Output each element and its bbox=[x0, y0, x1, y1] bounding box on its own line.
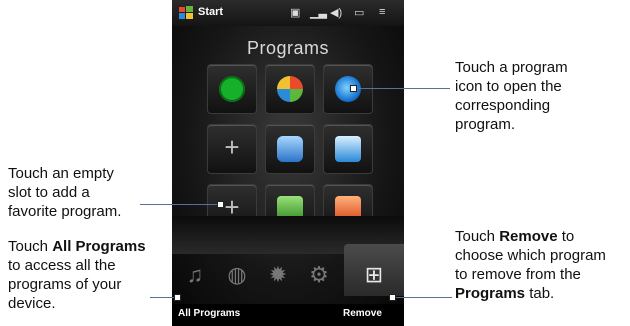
callout-bold-text: All Programs bbox=[52, 238, 146, 255]
leader-dot bbox=[389, 294, 396, 301]
page-title: Programs bbox=[246, 38, 330, 58]
callout-bold-text: Remove bbox=[499, 228, 558, 245]
windows-flag-icon[interactable] bbox=[178, 5, 194, 21]
callout-text: Touch bbox=[455, 228, 500, 245]
music-icon[interactable]: ♫ bbox=[182, 262, 208, 288]
callout-text: tab. bbox=[525, 285, 555, 302]
callout-line: Touch All Programs bbox=[8, 237, 173, 256]
callout-line: slot to add a bbox=[8, 184, 90, 201]
media-player-icon bbox=[335, 76, 361, 102]
status-bar: Start ▣ ▁▃ ◀) ▭ ≡ bbox=[172, 0, 404, 26]
leader-line-remove bbox=[392, 297, 452, 298]
callout-line: programs of your bbox=[8, 276, 122, 293]
leader-line-empty-slot bbox=[140, 204, 220, 205]
leader-dot bbox=[217, 201, 224, 208]
sync-icon bbox=[219, 76, 245, 102]
callout-text: Touch bbox=[8, 238, 53, 255]
battery-icon: ▭ bbox=[354, 7, 365, 19]
internet-icon[interactable]: ◍ bbox=[224, 262, 250, 288]
soft-key-bar: All Programs Remove bbox=[172, 304, 404, 326]
internet-explorer-tile[interactable] bbox=[265, 64, 315, 114]
callout-line: Touch a program bbox=[455, 59, 568, 76]
empty-slot-tile[interactable]: + bbox=[207, 124, 257, 174]
settings-icon[interactable]: ⚙ bbox=[306, 262, 332, 288]
callout-empty-slot: Touch an empty slot to add a favorite pr… bbox=[8, 164, 173, 221]
all-programs-softkey[interactable]: All Programs bbox=[178, 308, 240, 319]
callout-line: icon to open the bbox=[455, 78, 562, 95]
add-slot-plus: + bbox=[224, 132, 240, 162]
home-programs-tab: Programs + + ♫ ◍ ✹ ⚙ ⊞ bbox=[172, 26, 404, 304]
menu-icon[interactable]: ≡ bbox=[379, 6, 385, 18]
callout-line: Programs tab. bbox=[455, 284, 630, 303]
callout-line: to remove from the bbox=[455, 266, 581, 283]
callout-line: Touch an empty bbox=[8, 165, 114, 182]
user-icon bbox=[335, 136, 361, 162]
callout-bold-text: Programs bbox=[455, 285, 526, 302]
callout-line: device. bbox=[8, 295, 56, 312]
media-player-tile[interactable] bbox=[323, 64, 373, 114]
weather-icon[interactable]: ✹ bbox=[265, 262, 291, 288]
leader-line-all-programs bbox=[150, 297, 176, 298]
tab-bar: ♫ ◍ ✹ ⚙ ⊞ bbox=[172, 244, 404, 296]
callout-remove: Touch Remove to choose which program to … bbox=[455, 227, 630, 303]
data-connection-icon: ▣ bbox=[290, 7, 301, 19]
messenger-icon bbox=[277, 136, 303, 162]
callout-line: corresponding bbox=[455, 97, 551, 114]
callout-open-program: Touch a program icon to open the corresp… bbox=[455, 58, 625, 134]
callout-all-programs: Touch All Programs to access all the pro… bbox=[8, 237, 173, 313]
phone-screenshot: Start ▣ ▁▃ ◀) ▭ ≡ Programs + + ♫ ◍ ✹ ⚙ ⊞… bbox=[172, 0, 404, 326]
volume-icon: ◀) bbox=[330, 7, 343, 19]
leader-dot bbox=[350, 85, 357, 92]
leader-line-open-program bbox=[353, 88, 450, 89]
start-label[interactable]: Start bbox=[198, 6, 223, 18]
callout-line: Touch Remove to bbox=[455, 227, 630, 246]
leader-dot bbox=[174, 294, 181, 301]
remove-softkey[interactable]: Remove bbox=[343, 308, 382, 319]
programs-icon[interactable]: ⊞ bbox=[361, 262, 387, 288]
internet-explorer-icon bbox=[277, 76, 303, 102]
callout-line: to access all the bbox=[8, 257, 116, 274]
sync-tile[interactable] bbox=[207, 64, 257, 114]
signal-strength-icon: ▁▃ bbox=[310, 7, 327, 19]
callout-text: to bbox=[557, 228, 575, 245]
messenger-tile[interactable] bbox=[265, 124, 315, 174]
callout-line: program. bbox=[455, 116, 516, 133]
callout-line: choose which program bbox=[455, 247, 606, 264]
user-tile[interactable] bbox=[323, 124, 373, 174]
